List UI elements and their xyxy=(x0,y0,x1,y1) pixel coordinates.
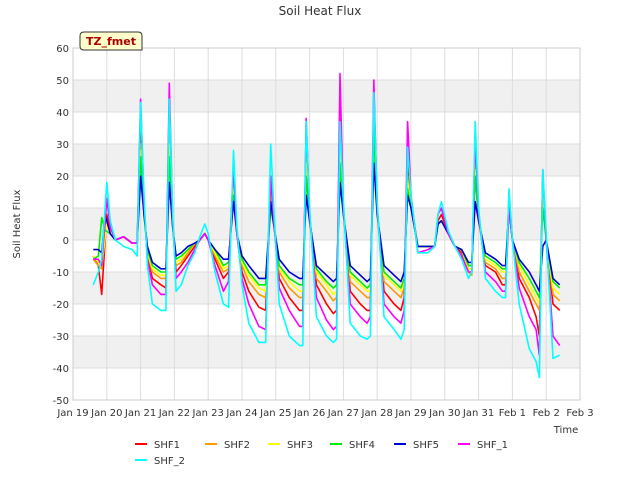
chart-title: Soil Heat Flux xyxy=(279,4,362,18)
y-tick-label: -20 xyxy=(53,300,69,311)
chart-container: Soil Heat Flux -50 -40 -30 -20 -10 0 10 20 30 40 5… xyxy=(0,0,640,480)
legend-label: SHF2 xyxy=(224,440,250,451)
x-tick-label: Jan 20 xyxy=(90,408,122,419)
x-tick-label: Jan 24 xyxy=(225,408,257,419)
x-tick-label: Jan 19 xyxy=(56,408,88,419)
x-tick-label: Jan 26 xyxy=(293,408,325,419)
x-tick-label: Jan 31 xyxy=(462,408,494,419)
x-tick-label: Jan 22 xyxy=(158,408,190,419)
background-bands xyxy=(73,80,580,368)
x-tick-label: Jan 21 xyxy=(124,408,156,419)
x-tick-label: Jan 29 xyxy=(394,408,426,419)
annotation-box: TZ_fmet xyxy=(79,31,143,51)
y-tick-label: 20 xyxy=(56,172,69,183)
grid-band xyxy=(73,208,580,240)
x-tick-label: Jan 30 xyxy=(428,408,460,419)
y-tick-label: -50 xyxy=(53,396,69,407)
x-tick-label: Jan 28 xyxy=(361,408,393,419)
y-tick-label: 0 xyxy=(63,236,69,247)
x-tick-label: Jan 27 xyxy=(327,408,359,419)
y-tick-label: 40 xyxy=(56,108,69,119)
legend-label: SHF_1 xyxy=(477,440,508,451)
legend-label: SHF_2 xyxy=(154,456,185,467)
y-tick-label: 50 xyxy=(56,76,69,87)
y-axis-label: Soil Heat Flux xyxy=(12,189,23,258)
grid-band xyxy=(73,80,580,112)
annotation-text: TZ_fmet xyxy=(86,35,136,48)
x-tick-label: Jan 23 xyxy=(192,408,224,419)
y-tick-label: -10 xyxy=(53,268,69,279)
legend-label: SHF1 xyxy=(154,440,180,451)
x-tick-label: Jan 25 xyxy=(259,408,291,419)
legend-label: SHF4 xyxy=(349,440,375,451)
grid-band xyxy=(73,336,580,368)
x-tick-label: Feb 3 xyxy=(566,408,593,419)
legend-label: SHF5 xyxy=(413,440,439,451)
y-tick-label: 30 xyxy=(56,140,69,151)
x-tick-label: Feb 2 xyxy=(533,408,560,419)
x-tick-labels: Jan 19 Jan 20 Jan 21 Jan 22 Jan 23 Jan 24 Jan … xyxy=(56,408,593,419)
y-tick-labels: -50 -40 -30 -20 -10 0 10 20 30 40 50 60 xyxy=(53,44,69,407)
legend-label: SHF3 xyxy=(287,440,313,451)
x-tick-label: Feb 1 xyxy=(499,408,526,419)
y-tick-label: -40 xyxy=(53,364,69,375)
legend: SHF1 SHF2 SHF3 SHF4 SHF5 SHF_1 SHF_2 xyxy=(135,440,508,467)
y-tick-label: 10 xyxy=(56,204,69,215)
grid-band xyxy=(73,144,580,176)
x-axis-label: Time xyxy=(553,425,578,436)
soil-heat-flux-chart: Soil Heat Flux -50 -40 -30 -20 -10 0 10 20 30 40 5… xyxy=(12,4,594,467)
y-tick-label: 60 xyxy=(56,44,69,55)
y-tick-label: -30 xyxy=(53,332,69,343)
